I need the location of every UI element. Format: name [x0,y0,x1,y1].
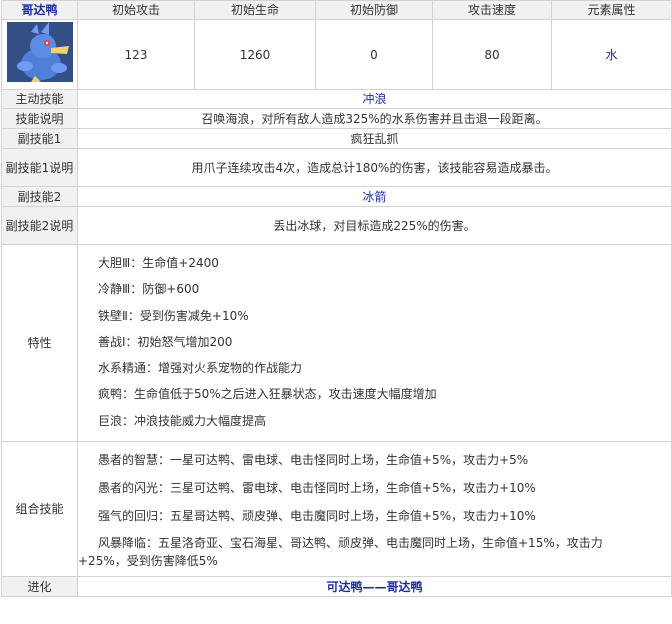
portrait-cell [1,19,78,90]
combos-list: 愚者的智慧：一星可达鸭、雷电球、电击怪同时上场，生命值+5%，攻击力+5% 愚者… [77,441,672,578]
speed-value: 80 [432,19,552,90]
evolution-value: 可达鸭——哥达鸭 [77,576,672,598]
combo-item-last-line1: 风暴降临：五星洛奇亚、宝石海星、哥达鸭、顽皮弹、电击魔同时上场，生命值+15%，… [98,536,603,551]
evolution-label: 进化 [1,576,78,598]
combos-label: 组合技能 [1,441,78,578]
active-skill-row: 主动技能 冲浪 [1,89,672,109]
sub2-desc-label: 副技能2说明 [1,206,78,245]
trait-item: 巨浪：冲浪技能威力大幅度提高 [98,413,267,428]
skill-desc-label: 技能说明 [1,108,78,129]
sub1-desc-value: 用爪子连续攻击4次，造成总计180%的伤害，该技能容易造成暴击。 [77,148,672,187]
trait-item: 水系精通：增强对火系宠物的作战能力 [98,361,303,376]
combos-row: 组合技能 愚者的智慧：一星可达鸭、雷电球、电击怪同时上场，生命值+5%，攻击力+… [1,441,672,578]
golduck-portrait-icon [6,22,73,82]
col-defense-header: 初始防御 [315,0,433,20]
combo-item: 愚者的智慧：一星可达鸭、雷电球、电击怪同时上场，生命值+5%，攻击力+5% [98,453,529,468]
header-row: 哥达鸭 初始攻击 初始生命 初始防御 攻击速度 元素属性 [1,0,672,20]
col-element-header: 元素属性 [551,0,672,20]
col-attack-header: 初始攻击 [77,0,195,20]
pet-name: 哥达鸭 [1,0,78,20]
trait-item: 冷静Ⅲ：防御+600 [98,282,200,297]
sub2-desc-row: 副技能2说明 丢出冰球，对目标造成225%的伤害。 [1,206,672,245]
sub1-row: 副技能1 疯狂乱抓 [1,128,672,149]
sub1-label: 副技能1 [1,128,78,149]
skill-desc-value: 召唤海浪，对所有敌人造成325%的水系伤害并且击退一段距离。 [77,108,672,129]
skill-desc-row: 技能说明 召唤海浪，对所有敌人造成325%的水系伤害并且击退一段距离。 [1,108,672,129]
sub2-value: 冰箭 [77,186,672,207]
combo-item-last-line2: +25%，受到伤害降低5% [78,554,218,569]
sub2-label: 副技能2 [1,186,78,207]
active-skill-value: 冲浪 [77,89,672,109]
traits-row: 特性 大胆Ⅲ：生命值+2400 冷静Ⅲ：防御+600 铁壁Ⅱ：受到伤害减免+10… [1,243,672,443]
sub1-value: 疯狂乱抓 [77,128,672,149]
trait-item: 大胆Ⅲ：生命值+2400 [98,256,219,270]
evolution-row: 进化 可达鸭——哥达鸭 [1,576,672,598]
trait-item: 铁壁Ⅱ：受到伤害减免+10% [98,308,249,323]
traits-list: 大胆Ⅲ：生命值+2400 冷静Ⅲ：防御+600 铁壁Ⅱ：受到伤害减免+10% 善… [77,243,672,443]
element-value: 水 [551,19,672,90]
sub1-desc-label: 副技能1说明 [1,148,78,187]
stats-row: 123 1260 0 80 水 [1,19,672,90]
sub2-desc-value: 丢出冰球，对目标造成225%的伤害。 [77,206,672,245]
trait-item: 疯鸭：生命值低于50%之后进入狂暴状态，攻击速度大幅度增加 [98,387,437,402]
trait-item: 善战Ⅰ：初始怒气增加200 [98,334,233,349]
col-speed-header: 攻击速度 [432,0,552,20]
sub2-row: 副技能2 冰箭 [1,186,672,207]
traits-label: 特性 [1,243,78,443]
col-hp-header: 初始生命 [194,0,316,20]
pet-info-table: 哥达鸭 初始攻击 初始生命 初始防御 攻击速度 元素属性 123 1260 0 … [1,0,672,598]
active-skill-label: 主动技能 [1,89,78,109]
attack-value: 123 [77,19,195,90]
combo-item: 强气的回归：五星哥达鸭、顽皮弹、电击魔同时上场，生命值+5%，攻击力+10% [98,509,536,524]
hp-value: 1260 [194,19,316,90]
combo-item: 愚者的闪光：三星可达鸭、雷电球、电击怪同时上场，生命值+5%，攻击力+10% [98,481,536,496]
combo-item-last: 风暴降临：五星洛奇亚、宝石海星、哥达鸭、顽皮弹、电击魔同时上场，生命值+15%，… [78,530,671,570]
sub1-desc-row: 副技能1说明 用爪子连续攻击4次，造成总计180%的伤害，该技能容易造成暴击。 [1,148,672,187]
defense-value: 0 [315,19,433,90]
